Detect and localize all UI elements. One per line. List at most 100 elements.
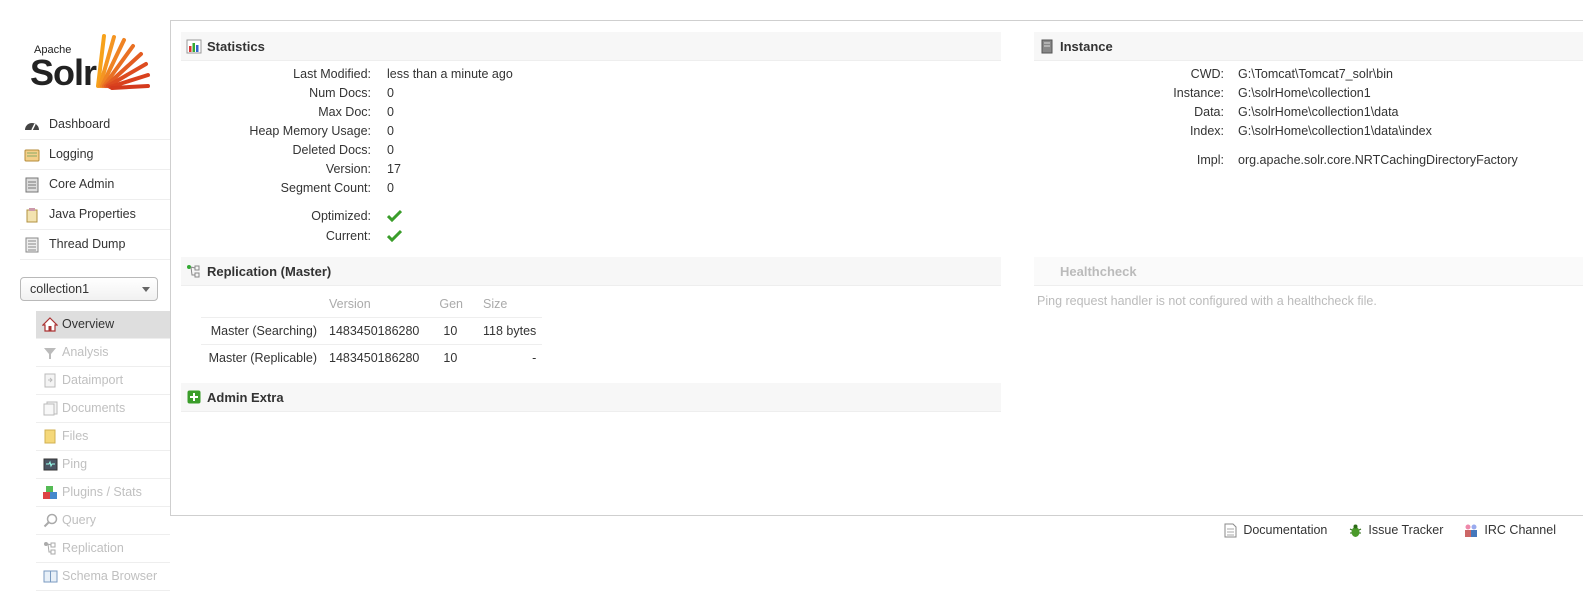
- stat-key: Last Modified:: [293, 67, 371, 81]
- issue-tracker-link[interactable]: Issue Tracker: [1347, 522, 1443, 538]
- documentation-link[interactable]: Documentation: [1222, 522, 1327, 538]
- core-admin-icon: [23, 177, 41, 193]
- core-menu-label: Schema Browser: [62, 569, 158, 583]
- home-icon: [42, 317, 58, 333]
- instance-value: G:\Tomcat\Tomcat7_solr\bin: [1238, 67, 1393, 81]
- stat-key: Num Docs:: [309, 86, 371, 100]
- instance-row: Index: G:\solrHome\collection1\data\inde…: [1034, 124, 1432, 138]
- core-menu-label: Query: [62, 513, 97, 527]
- instance-key: Instance:: [1173, 86, 1224, 100]
- instance-key: Index:: [1189, 124, 1224, 138]
- table-header-row: Version Gen Size: [201, 291, 542, 318]
- stat-key: Segment Count:: [280, 181, 371, 195]
- files-icon: [42, 429, 58, 445]
- bug-icon: [1347, 522, 1363, 538]
- footer-links: Documentation Issue Tracker IRC Channel: [1222, 522, 1556, 538]
- nav-label: Logging: [49, 147, 94, 161]
- documentation-icon: [1222, 522, 1238, 538]
- core-menu-overview[interactable]: Overview: [36, 311, 170, 339]
- stat-row: Version: 17: [201, 162, 401, 176]
- table-cell: 1483450186280: [323, 344, 426, 371]
- stat-row: Deleted Docs: 0: [201, 143, 393, 157]
- core-selector[interactable]: collection1: [20, 277, 158, 301]
- column-header: Size: [483, 297, 508, 311]
- stat-value: less than a minute ago: [387, 67, 513, 81]
- logging-icon: [23, 147, 41, 163]
- nav-item-java-properties[interactable]: Java Properties: [20, 200, 170, 230]
- core-menu-query[interactable]: Query: [36, 507, 170, 535]
- nav-item-core-admin[interactable]: Core Admin: [20, 170, 170, 200]
- replication-icon: [42, 541, 58, 557]
- schema-icon: [42, 569, 58, 585]
- java-properties-icon: [23, 207, 41, 223]
- stat-key: Version:: [325, 162, 371, 176]
- stat-key: Max Doc:: [318, 105, 371, 119]
- instance-row-impl: Impl: org.apache.solr.core.NRTCachingDir…: [1034, 153, 1518, 167]
- nav-item-dashboard[interactable]: Dashboard: [20, 110, 170, 140]
- nav-label: Core Admin: [49, 177, 115, 191]
- nav-label: Thread Dump: [49, 237, 126, 251]
- dataimport-icon: [42, 373, 58, 389]
- footer-label: Issue Tracker: [1368, 523, 1444, 537]
- statistics-title: Statistics: [207, 38, 265, 54]
- table-row: Master (Searching) 1483450186280 10 118 …: [201, 317, 543, 345]
- thread-dump-icon: [23, 237, 41, 253]
- ping-icon: [42, 457, 58, 473]
- irc-channel-link[interactable]: IRC Channel: [1463, 522, 1556, 538]
- core-menu-dataimport[interactable]: Dataimport: [36, 367, 170, 395]
- logo-solr-text: Solr: [30, 52, 97, 93]
- nav-label: Java Properties: [49, 207, 136, 221]
- core-menu-label: Ping: [62, 457, 88, 471]
- stat-key: Heap Memory Usage:: [249, 124, 371, 138]
- bar-chart-icon: [186, 38, 202, 54]
- core-menu-documents[interactable]: Documents: [36, 395, 170, 423]
- core-menu-files[interactable]: Files: [36, 423, 170, 451]
- core-menu-schema-browser[interactable]: Schema Browser: [36, 563, 170, 591]
- stat-value: 0: [387, 105, 394, 119]
- instance-key: CWD:: [1190, 67, 1224, 81]
- stat-row: Heap Memory Usage: 0: [201, 124, 394, 138]
- instance-header: Instance: [1034, 32, 1583, 61]
- nav-item-logging[interactable]: Logging: [20, 140, 170, 170]
- admin-extra-header[interactable]: Admin Extra: [181, 383, 1001, 412]
- solr-logo[interactable]: Apache Solr: [28, 30, 158, 94]
- instance-value: org.apache.solr.core.NRTCachingDirectory…: [1238, 153, 1518, 167]
- stat-row-optimized: Optimized:: [201, 209, 403, 225]
- healthcheck-header: Healthcheck: [1034, 257, 1583, 286]
- stat-value: 0: [387, 86, 394, 100]
- stat-row: Segment Count: 0: [201, 181, 394, 195]
- sun-icon: [96, 34, 150, 90]
- nav-label: Dashboard: [49, 117, 111, 131]
- replication-header: Replication (Master): [181, 257, 1001, 286]
- core-menu-label: Plugins / Stats: [62, 485, 142, 499]
- instance-value: G:\solrHome\collection1: [1238, 86, 1371, 100]
- instance-key: Data:: [1194, 105, 1224, 119]
- core-menu: Overview Analysis Dataimport Documents F…: [36, 311, 170, 591]
- core-menu-label: Files: [62, 429, 89, 443]
- core-selector-value: collection1: [30, 282, 90, 296]
- core-menu-analysis[interactable]: Analysis: [36, 339, 170, 367]
- server-icon: [1039, 38, 1055, 54]
- table-cell: -: [469, 344, 543, 371]
- instance-key: Impl:: [1196, 153, 1224, 167]
- healthcheck-message: Ping request handler is not configured w…: [1037, 294, 1377, 308]
- table-cell: Master (Replicable): [201, 344, 323, 371]
- table-cell: 1483450186280: [323, 317, 426, 345]
- table-cell: 10: [425, 344, 470, 371]
- instance-value: G:\solrHome\collection1\data\index: [1238, 124, 1432, 138]
- stat-value: 0: [387, 181, 394, 195]
- nav-item-thread-dump[interactable]: Thread Dump: [20, 230, 170, 260]
- healthcheck-title: Healthcheck: [1060, 263, 1137, 279]
- core-menu-ping[interactable]: Ping: [36, 451, 170, 479]
- core-menu-label: Analysis: [62, 345, 109, 359]
- core-menu-plugins-stats[interactable]: Plugins / Stats: [36, 479, 170, 507]
- core-menu-replication[interactable]: Replication: [36, 535, 170, 563]
- documents-icon: [42, 401, 58, 417]
- plus-icon: [186, 389, 202, 405]
- column-header: Gen: [439, 297, 464, 311]
- instance-row: Data: G:\solrHome\collection1\data: [1034, 105, 1398, 119]
- table-cell: 10: [425, 317, 470, 345]
- instance-title: Instance: [1060, 38, 1113, 54]
- statistics-header: Statistics: [181, 32, 1001, 61]
- core-menu-label: Documents: [62, 401, 126, 415]
